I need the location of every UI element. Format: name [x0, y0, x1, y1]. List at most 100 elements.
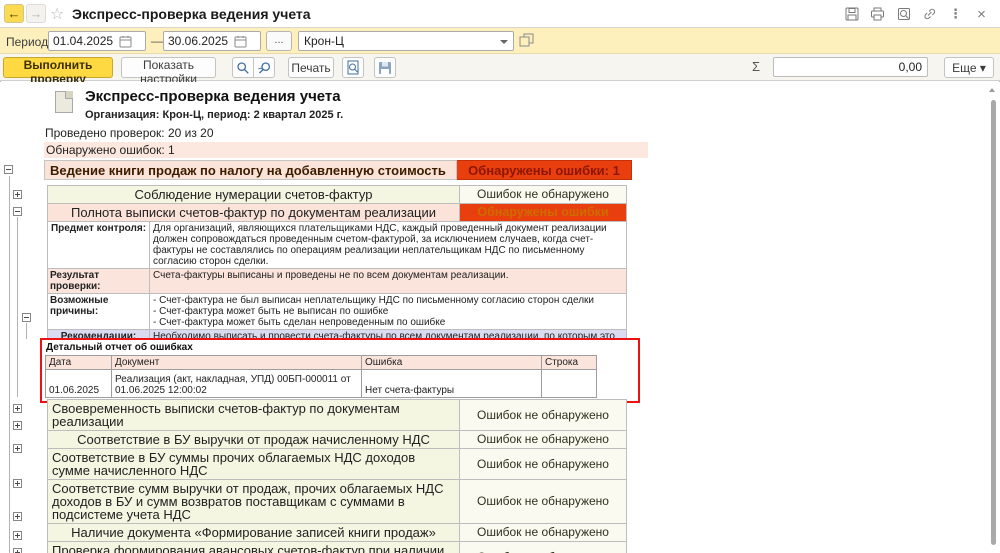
period-label: Период:: [6, 35, 52, 49]
period-options-button[interactable]: ...: [266, 31, 292, 51]
description-label: Предмет контроля:: [50, 223, 147, 234]
date-from-field: [48, 31, 146, 51]
description-text: - Счет-фактура не был выписан неплательщ…: [150, 293, 627, 330]
detail-col-line: Строка: [541, 355, 597, 370]
save-icon[interactable]: [843, 6, 860, 22]
detail-data-row[interactable]: 01.06.2025 Реализация (акт, накладная, У…: [45, 369, 597, 398]
check-status: Ошибок не обнаружено: [460, 185, 627, 204]
check-label: Полнота выписки счетов-фактур по докумен…: [70, 205, 437, 220]
collapse-toggle[interactable]: [13, 207, 22, 216]
check-row[interactable]: Проверка формирования авансовых счетов-ф…: [47, 541, 627, 553]
check-status: Ошибок не обнаружено: [460, 541, 627, 553]
sum-value-input[interactable]: [773, 57, 928, 77]
expand-toggle[interactable]: [13, 404, 22, 413]
run-check-button[interactable]: Выполнить проверку: [3, 57, 113, 86]
search-next-icon: [257, 61, 272, 75]
search-next-button[interactable]: [253, 57, 275, 78]
check-label: Соответствие в БУ выручки от продаж начи…: [77, 432, 430, 447]
print-button[interactable]: Печать: [288, 57, 334, 78]
check-status-error: Обнаружены ошибки: [460, 203, 627, 222]
favorite-star-icon[interactable]: ☆: [50, 4, 64, 24]
close-icon[interactable]: ×: [973, 6, 990, 23]
show-settings-button[interactable]: Показать настройки: [121, 57, 216, 86]
check-row[interactable]: Наличие документа «Формирование записей …: [47, 523, 627, 542]
checks-table-top: Соблюдение нумерации счетов-фактур Ошибо…: [47, 185, 627, 357]
description-row: Предмет контроля: Для организаций, являю…: [47, 221, 627, 269]
check-status: Ошибок не обнаружено: [460, 399, 627, 431]
report-title: Экспресс-проверка ведения учета: [85, 88, 341, 105]
check-status: Ошибок не обнаружено: [460, 430, 627, 449]
report-document-icon: [55, 91, 73, 113]
arrow-right-icon: →: [29, 6, 43, 21]
link-icon[interactable]: [921, 6, 938, 22]
date-to-field: [163, 31, 261, 51]
detail-error-block: Детальный отчет об ошибках Дата Документ…: [40, 338, 640, 403]
tree-line: [17, 217, 18, 397]
check-row[interactable]: Своевременность выписки счетов-фактур по…: [47, 399, 627, 431]
check-label: Соответствие сумм выручки от продаж, про…: [52, 481, 444, 522]
scroll-up-arrow-icon[interactable]: [989, 88, 995, 92]
check-status: Ошибок не обнаружено: [460, 448, 627, 480]
date-from-input[interactable]: [49, 34, 119, 48]
calendar-icon[interactable]: [119, 35, 132, 48]
section-title: Ведение книги продаж по налогу на добавл…: [44, 160, 457, 180]
search-icon: [236, 61, 250, 75]
check-row[interactable]: Соблюдение нумерации счетов-фактур Ошибо…: [47, 185, 627, 204]
check-row[interactable]: Полнота выписки счетов-фактур по докумен…: [47, 203, 627, 222]
vertical-scrollbar[interactable]: [991, 100, 996, 545]
section-row[interactable]: Ведение книги продаж по налогу на добавл…: [44, 160, 632, 180]
more-actions-button[interactable]: Еще ▾: [944, 57, 994, 78]
collapse-toggle[interactable]: [22, 313, 31, 322]
detail-error: Нет счета-фактуры: [361, 369, 542, 398]
search-button[interactable]: [232, 57, 254, 78]
section-status-badge: Обнаружены ошибки: 1: [457, 160, 632, 180]
expand-toggle[interactable]: [13, 421, 22, 430]
detail-header-row: Дата Документ Ошибка Строка: [45, 355, 597, 370]
print-icon[interactable]: [869, 6, 886, 22]
save-result-button[interactable]: [374, 57, 396, 78]
expand-toggle[interactable]: [13, 531, 22, 540]
detail-title: Детальный отчет об ошибках: [46, 342, 193, 353]
arrow-left-icon: ←: [7, 6, 21, 21]
check-row[interactable]: Соответствие в БУ суммы прочих облагаемы…: [47, 448, 627, 480]
expand-toggle[interactable]: [13, 444, 22, 453]
print-preview-icon[interactable]: [895, 6, 912, 22]
check-label: Наличие документа «Формирование записей …: [71, 525, 436, 540]
check-label: Проверка формирования авансовых счетов-ф…: [52, 543, 445, 553]
period-dash: —: [151, 34, 163, 48]
preview-button[interactable]: [342, 57, 364, 78]
app-window: ← → ☆ Экспресс-проверка ведения учета ⋮ …: [0, 0, 1000, 553]
tree-line: [9, 176, 10, 553]
check-row[interactable]: Соответствие сумм выручки от продаж, про…: [47, 479, 627, 524]
detail-line: [541, 369, 597, 398]
checks-table-bottom: Своевременность выписки счетов-фактур по…: [47, 399, 627, 553]
check-label: Своевременность выписки счетов-фактур по…: [52, 401, 400, 429]
description-label: Результат проверки:: [50, 270, 101, 292]
collapse-toggle[interactable]: [4, 165, 13, 174]
detail-col-date: Дата: [45, 355, 112, 370]
expand-toggle[interactable]: [13, 190, 22, 199]
expand-toggle[interactable]: [13, 512, 22, 521]
organization-value: Крон-Ц: [304, 34, 344, 48]
date-to-input[interactable]: [164, 34, 234, 48]
expand-toggle[interactable]: [13, 479, 22, 488]
open-organization-icon[interactable]: [519, 33, 537, 49]
detail-col-document: Документ: [111, 355, 362, 370]
check-status: Ошибок не обнаружено: [460, 523, 627, 542]
description-row: Результат проверки: Счета-фактуры выписа…: [47, 268, 627, 294]
forward-button[interactable]: →: [26, 4, 46, 23]
check-row[interactable]: Соответствие в БУ выручки от продаж начи…: [47, 430, 627, 449]
expand-toggle[interactable]: [13, 548, 22, 553]
calendar-icon[interactable]: [234, 35, 247, 48]
description-label: Возможные причины:: [50, 295, 109, 317]
tree-line: [26, 323, 27, 339]
description-text: Для организаций, являющихся плательщикам…: [150, 221, 627, 269]
window-toolbar-icons: ⋮ ×: [843, 6, 990, 23]
back-button[interactable]: ←: [4, 4, 24, 23]
window-title: Экспресс-проверка ведения учета: [72, 6, 311, 22]
sum-sigma-icon: Σ: [751, 59, 760, 74]
organization-combobox[interactable]: Крон-Ц: [298, 31, 514, 51]
more-menu-icon[interactable]: ⋮: [947, 6, 964, 22]
check-status: Ошибок не обнаружено: [460, 479, 627, 524]
checks-done-line: Проведено проверок: 20 из 20: [45, 126, 214, 140]
